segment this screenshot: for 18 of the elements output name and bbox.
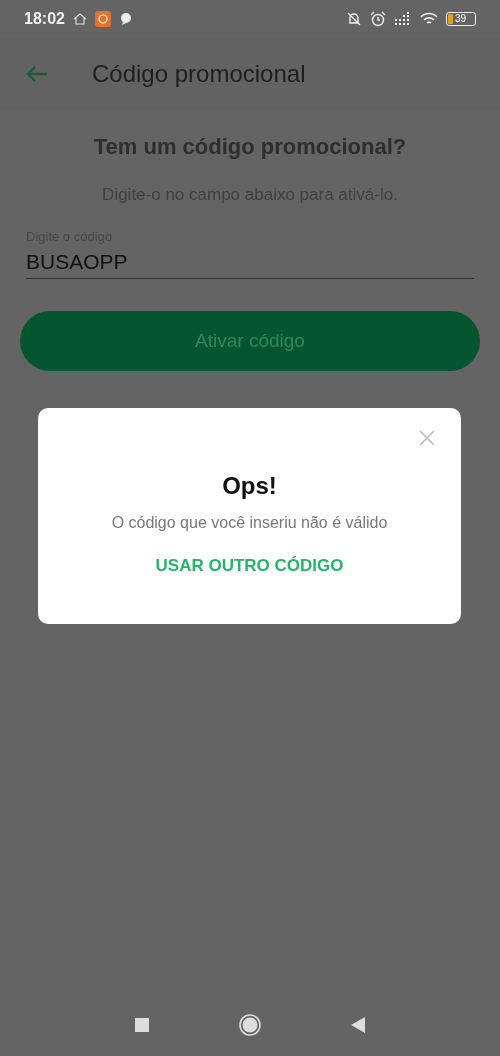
back-arrow-icon[interactable] (26, 65, 48, 83)
home-icon (72, 13, 87, 25)
alarm-icon (370, 11, 386, 27)
battery-indicator: 39 (446, 12, 476, 26)
back-icon[interactable] (351, 1017, 365, 1033)
recents-icon[interactable] (135, 1018, 149, 1032)
app-notification-icon (94, 11, 111, 27)
close-icon[interactable] (419, 430, 435, 446)
screen-title: Código promocional (92, 60, 306, 88)
bell-off-icon (346, 11, 362, 27)
signal-icon (394, 12, 412, 26)
chat-icon (118, 12, 133, 26)
use-another-code-button[interactable]: USAR OUTRO CÓDIGO (147, 552, 352, 580)
home-button-icon[interactable] (239, 1014, 261, 1036)
dialog-title: Ops! (222, 472, 277, 500)
wifi-icon (420, 12, 438, 26)
dialog-message: O código que você inseriu não é válido (111, 514, 388, 532)
status-time: 18:02 (24, 10, 65, 28)
